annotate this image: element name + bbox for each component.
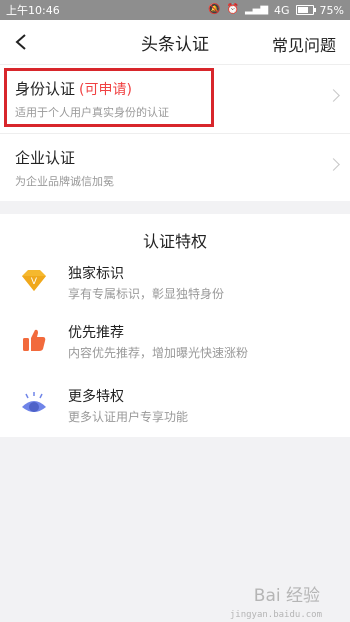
- apply-available-badge: (可申请): [79, 82, 132, 98]
- privilege-name: 独家标识: [68, 266, 124, 282]
- privilege-desc: 享有专属标识，彰显独特身份: [68, 287, 225, 301]
- notification-off-icon: 🔕: [208, 4, 221, 15]
- identity-certification-label: 身份认证: [15, 80, 76, 98]
- enterprise-certification-title: 企业认证: [15, 147, 334, 168]
- identity-certification-title: 身份认证 (可申请): [15, 78, 334, 99]
- enterprise-certification-label: 企业认证: [15, 149, 76, 167]
- nav-bar: 头条认证 常见问题: [0, 20, 350, 65]
- status-right: 🔕 ⏰ ▂▄▆ 4G 75%: [208, 4, 344, 17]
- battery-fill: [297, 7, 309, 13]
- privilege-item: V 独家标识 享有专属标识，彰显独特身份: [0, 263, 350, 303]
- privilege-item: 更多特权 更多认证用户专享功能: [0, 386, 350, 426]
- battery-level: 75%: [319, 3, 344, 17]
- enterprise-certification-item[interactable]: 企业认证 为企业品牌诚信加冕: [0, 133, 350, 201]
- thumbs-up-icon: [23, 329, 46, 351]
- page-title: 头条认证: [141, 34, 209, 55]
- status-bar: 上午10:46 🔕 ⏰ ▂▄▆ 4G 75%: [0, 0, 350, 20]
- battery-icon: [295, 5, 316, 15]
- diamond-v-icon: V: [22, 270, 46, 291]
- eye-icon: [22, 392, 46, 412]
- privilege-name: 更多特权: [68, 389, 124, 405]
- privilege-item: 优先推荐 内容优先推荐，增加曝光快速涨粉: [0, 322, 350, 362]
- privilege-desc: 更多认证用户专享功能: [68, 410, 189, 424]
- alarm-icon: ⏰: [226, 4, 239, 15]
- signal-icon: ▂▄▆: [244, 4, 269, 15]
- status-time: 上午10:46: [6, 4, 60, 17]
- privilege-name: 优先推荐: [68, 325, 124, 341]
- enterprise-certification-desc: 为企业品牌诚信加冕: [15, 175, 114, 188]
- privileges-section: 认证特权 V 独家标识 享有专属标识，彰显独特身份 优先推荐 内容优先推荐，增加…: [0, 214, 350, 437]
- back-button[interactable]: [6, 28, 36, 56]
- back-arrow-icon: [15, 34, 26, 50]
- svg-text:V: V: [31, 277, 38, 287]
- identity-certification-item[interactable]: 身份认证 (可申请) 适用于个人用户真实身份的认证: [0, 65, 350, 133]
- privileges-title: 认证特权: [142, 232, 207, 251]
- identity-certification-desc: 适用于个人用户真实身份的认证: [15, 106, 169, 119]
- baidu-watermark-url: jingyan.baidu.com: [229, 610, 322, 620]
- faq-link[interactable]: 常见问题: [272, 32, 336, 56]
- network-type: 4G: [274, 3, 290, 17]
- privilege-desc: 内容优先推荐，增加曝光快速涨粉: [68, 346, 249, 360]
- certification-list: 身份认证 (可申请) 适用于个人用户真实身份的认证 企业认证 为企业品牌诚信加冕: [0, 65, 350, 201]
- baidu-watermark-logo: Bai 经验: [253, 586, 320, 606]
